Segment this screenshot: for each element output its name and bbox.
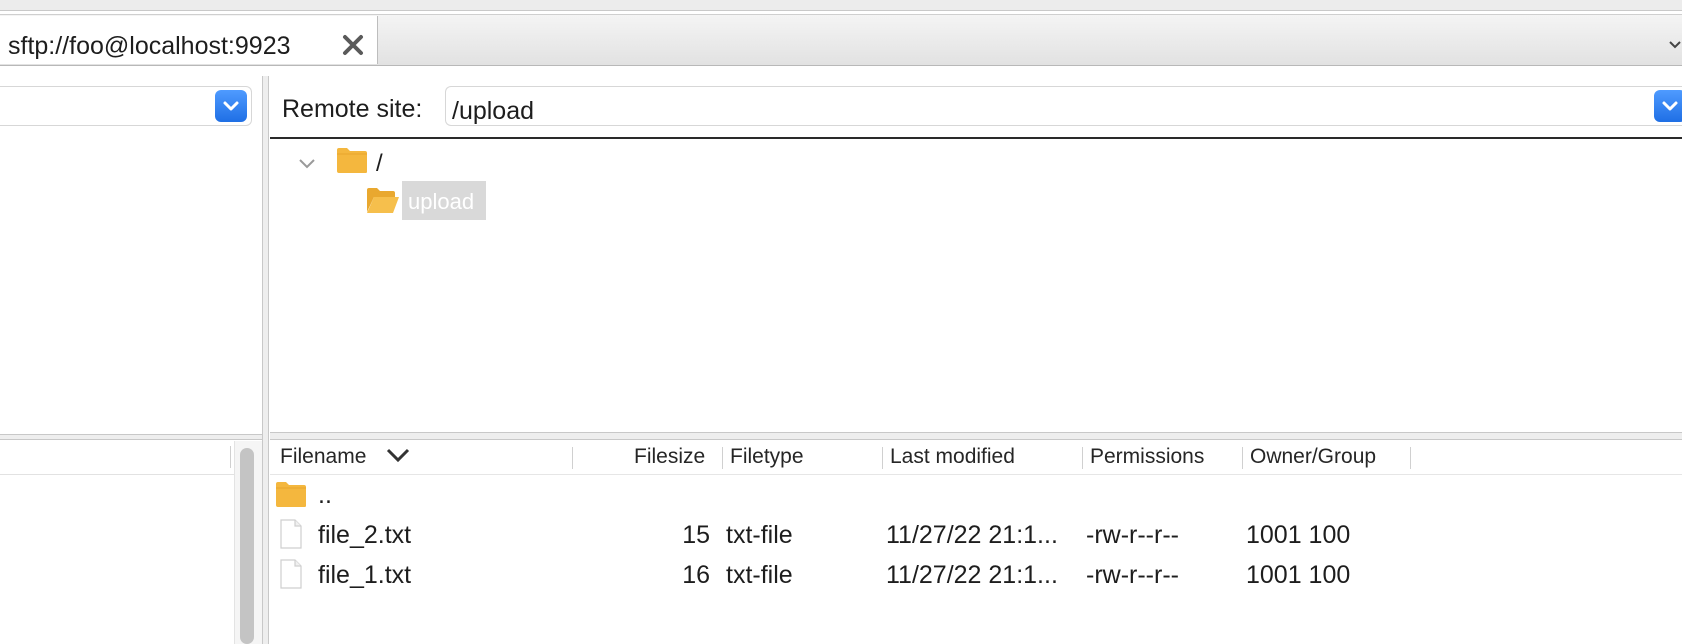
remote-pane-splitter[interactable] bbox=[270, 432, 1682, 440]
column-separator[interactable] bbox=[1242, 447, 1243, 469]
tab-title[interactable]: sftp://foo@localhost:9923 bbox=[8, 32, 291, 61]
file-last-modified: 11/27/22 21:1... bbox=[886, 561, 1058, 589]
chevron-down-icon[interactable] bbox=[1668, 38, 1682, 52]
file-permissions: -rw-r--r-- bbox=[1086, 521, 1179, 549]
column-header-owner-group[interactable]: Owner/Group bbox=[1250, 445, 1376, 469]
file-type: txt-file bbox=[726, 521, 793, 549]
column-separator[interactable] bbox=[882, 447, 883, 469]
column-separator[interactable] bbox=[1410, 447, 1411, 469]
tree-top-border bbox=[270, 137, 1682, 139]
folder-icon bbox=[337, 148, 367, 173]
column-header-permissions[interactable]: Permissions bbox=[1090, 445, 1204, 469]
file-icon bbox=[280, 559, 302, 589]
column-separator[interactable] bbox=[722, 447, 723, 469]
folder-icon bbox=[276, 482, 306, 507]
local-file-list-header bbox=[0, 441, 240, 475]
column-header-filetype[interactable]: Filetype bbox=[730, 445, 804, 469]
file-type: txt-file bbox=[726, 561, 793, 589]
file-name: file_1.txt bbox=[318, 561, 412, 589]
remote-site-dropdown-button[interactable] bbox=[1654, 90, 1682, 122]
file-owner-group: 1001 100 bbox=[1246, 561, 1351, 589]
file-name: file_2.txt bbox=[318, 521, 412, 549]
file-last-modified: 11/27/22 21:1... bbox=[886, 521, 1058, 549]
file-size: 15 bbox=[682, 521, 710, 549]
column-header-last-modified[interactable]: Last modified bbox=[890, 445, 1015, 469]
pane-splitter[interactable] bbox=[262, 76, 269, 644]
local-site-dropdown-button[interactable] bbox=[215, 90, 247, 122]
column-separator[interactable] bbox=[1082, 447, 1083, 469]
file-owner-group: 1001 100 bbox=[1246, 521, 1351, 549]
file-icon bbox=[280, 519, 302, 549]
column-header-filesize[interactable]: Filesize bbox=[634, 445, 705, 469]
remote-path-input[interactable]: /upload bbox=[452, 97, 534, 126]
local-pane-splitter[interactable] bbox=[0, 434, 262, 440]
open-folder-icon bbox=[367, 188, 399, 213]
column-header-filename[interactable]: Filename bbox=[280, 445, 366, 469]
local-site-combo[interactable] bbox=[0, 86, 252, 126]
chevron-down-icon[interactable] bbox=[296, 155, 318, 173]
file-size: 16 bbox=[682, 561, 710, 589]
remote-site-combo[interactable] bbox=[445, 86, 1682, 126]
chevron-down-icon bbox=[223, 101, 239, 111]
column-separator[interactable] bbox=[572, 447, 573, 469]
file-permissions: -rw-r--r-- bbox=[1086, 561, 1179, 589]
file-name: .. bbox=[318, 481, 332, 509]
table-row[interactable] bbox=[270, 478, 1682, 516]
column-separator[interactable] bbox=[230, 446, 231, 468]
remote-site-label: Remote site: bbox=[282, 95, 423, 123]
header-divider bbox=[270, 474, 1682, 475]
local-directory-tree[interactable] bbox=[0, 134, 262, 434]
tree-node-root[interactable]: / bbox=[376, 150, 383, 178]
chevron-down-icon bbox=[1662, 101, 1678, 111]
close-icon[interactable] bbox=[340, 32, 366, 58]
sort-descending-icon[interactable] bbox=[384, 446, 412, 464]
scrollbar-thumb[interactable] bbox=[240, 448, 254, 644]
window-top-strip bbox=[0, 0, 1682, 11]
tree-node-upload[interactable]: upload bbox=[408, 189, 474, 215]
